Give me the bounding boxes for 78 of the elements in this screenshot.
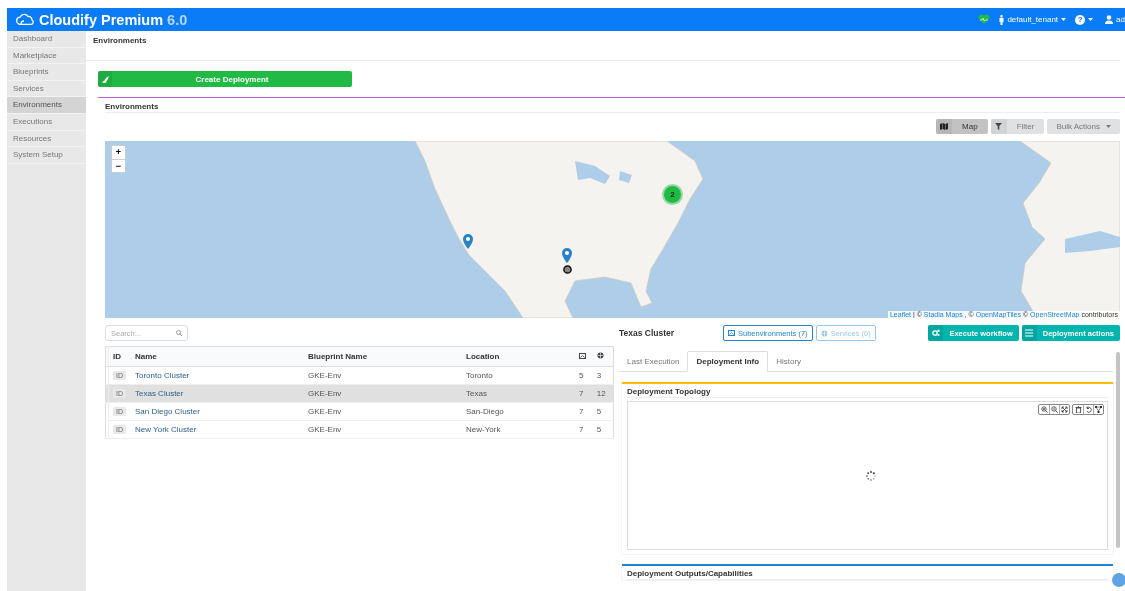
count-cell: 3 — [592, 366, 614, 385]
zoom-out-button[interactable] — [1049, 405, 1059, 414]
location-ring-icon — [562, 265, 572, 274]
sidebar-item[interactable]: Blueprints — [7, 64, 86, 81]
tab[interactable]: Deployment Info — [687, 351, 769, 372]
tab[interactable]: Last Execution — [619, 351, 688, 371]
tenant-icon — [999, 14, 1005, 25]
blueprint-cell: GKE-Env — [304, 366, 462, 385]
column-header: Location — [462, 346, 575, 367]
count-cell: 7 — [575, 420, 593, 439]
loading-spinner-icon — [866, 471, 876, 481]
clear-button[interactable] — [1073, 405, 1083, 414]
undo-icon — [1085, 406, 1092, 413]
count-cell: 5 — [592, 420, 614, 439]
blueprint-cell: GKE-Env — [304, 402, 462, 421]
zoom-in-button[interactable] — [1039, 405, 1049, 414]
cloud-logo-icon — [14, 12, 34, 27]
subenvironments-icon — [728, 329, 735, 337]
services-icon — [820, 329, 828, 337]
trash-icon — [1074, 406, 1082, 413]
fit-button[interactable] — [1059, 405, 1069, 414]
sidebar-item[interactable]: Environments — [7, 97, 86, 114]
layout-button[interactable] — [1093, 405, 1103, 414]
column-header: Name — [131, 346, 304, 367]
health-heart-icon[interactable] — [978, 14, 991, 25]
network-icon — [1095, 406, 1102, 413]
expand-icon — [1061, 406, 1068, 413]
column-header: ID — [108, 346, 131, 367]
widget-title: Environments — [105, 98, 1120, 113]
subenvironments-icon — [579, 353, 586, 359]
filter-button[interactable]: Filter — [990, 119, 1045, 134]
map-view-button[interactable]: Map — [936, 119, 988, 134]
name-cell[interactable]: New York Cluster — [131, 420, 304, 439]
bulk-actions-dropdown[interactable]: Bulk Actions — [1047, 119, 1120, 134]
version-label: 6.0 — [167, 11, 188, 28]
section-title: Deployment Topology — [627, 384, 1108, 398]
name-cell[interactable]: San Diego Cluster — [131, 402, 304, 421]
reset-button[interactable] — [1083, 405, 1093, 414]
user-icon[interactable] — [1105, 15, 1114, 24]
page-breadcrumb: Environments — [86, 31, 1119, 61]
section-title: Deployment Outputs/Capabilities — [627, 566, 1108, 580]
count-cell: 5 — [575, 366, 593, 385]
menu-icon — [1025, 329, 1034, 337]
blueprint-cell: GKE-Env — [304, 420, 462, 439]
location-cell: New-York — [462, 420, 575, 439]
sidebar-item[interactable]: Executions — [7, 113, 86, 131]
help-button[interactable]: ? — [1075, 14, 1086, 25]
zoom-in-icon — [1040, 406, 1048, 413]
caret-icon — [1088, 18, 1094, 21]
app-title: Cloudify Premium — [39, 11, 164, 28]
filter-icon — [995, 123, 1003, 130]
location-cell: San-Diego — [462, 402, 575, 421]
map-marker-icon[interactable] — [562, 248, 572, 263]
scrollbar[interactable] — [1116, 352, 1120, 548]
map-marker-icon[interactable] — [463, 234, 473, 249]
name-cell[interactable]: Toronto Cluster — [131, 366, 304, 385]
search-icon — [176, 330, 182, 336]
sidebar-item[interactable]: Marketplace — [7, 47, 86, 65]
column-header: Blueprint Name — [304, 346, 462, 367]
tenant-dropdown[interactable]: default_tenant — [1007, 15, 1059, 24]
create-deployment-button[interactable]: Create Deployment — [98, 71, 352, 87]
count-cell: 7 — [575, 402, 593, 421]
count-cell: 5 — [592, 402, 614, 421]
zoom-out-button[interactable]: − — [112, 159, 125, 172]
user-name[interactable]: ad — [1116, 15, 1125, 24]
cogs-icon — [931, 329, 940, 337]
tab[interactable]: History — [768, 351, 810, 371]
sidebar-item[interactable]: Resources — [7, 130, 86, 148]
services-icon — [596, 352, 604, 359]
zoom-out-icon — [1051, 406, 1058, 413]
caret-icon — [1061, 18, 1067, 21]
location-cell: Toronto — [462, 366, 575, 385]
map-icon — [940, 123, 949, 130]
sidebar-item[interactable]: System Setup — [7, 147, 86, 164]
deployment-title: Texas Cluster — [619, 328, 676, 338]
help-bubble-icon[interactable] — [1112, 573, 1125, 587]
sidebar-item[interactable]: Dashboard — [7, 31, 86, 48]
caret-icon — [1106, 125, 1111, 128]
